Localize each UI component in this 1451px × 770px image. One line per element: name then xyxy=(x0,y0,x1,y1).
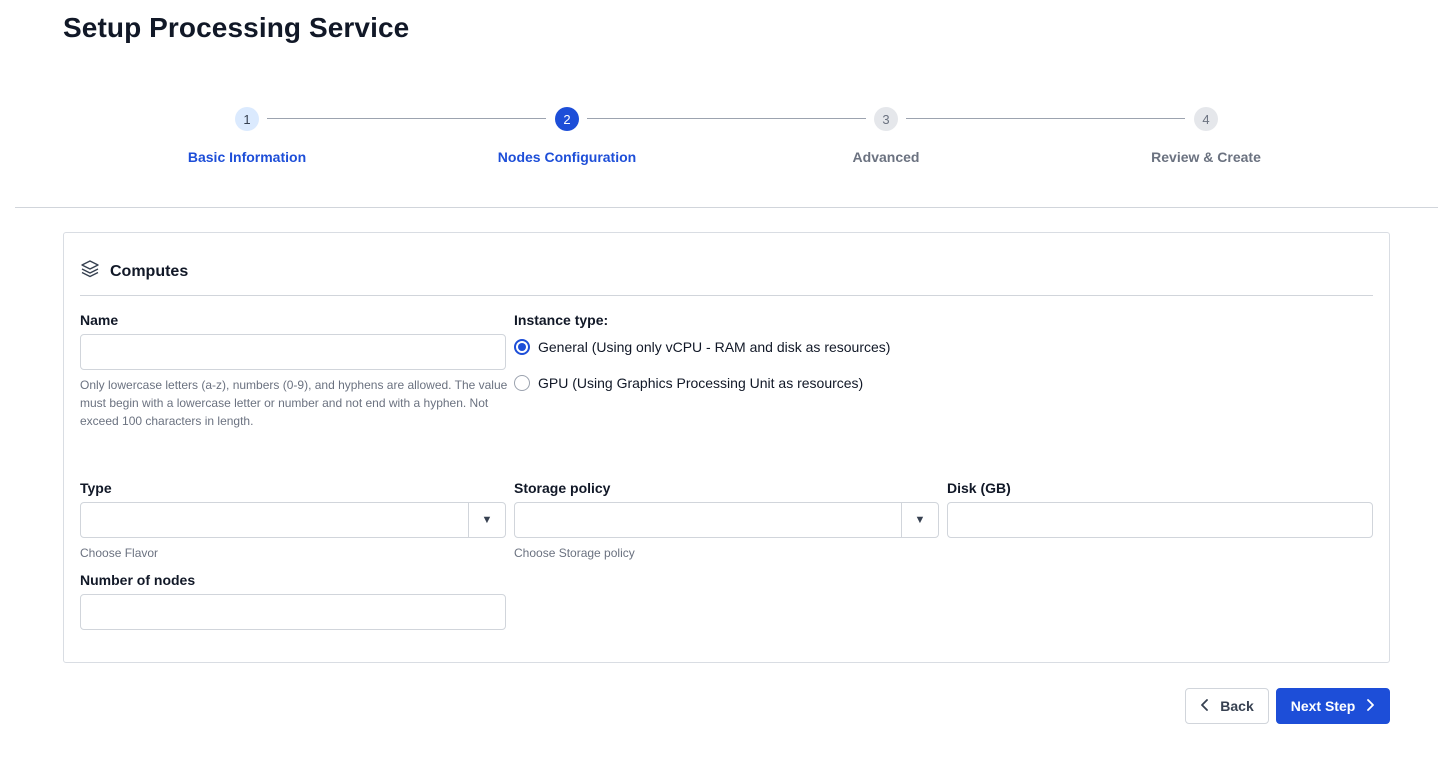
step-4-label: Review & Create xyxy=(1151,149,1261,165)
gpu-radio-label: GPU (Using Graphics Processing Unit as r… xyxy=(538,375,864,391)
chevron-right-icon xyxy=(1365,698,1375,714)
step-1-label[interactable]: Basic Information xyxy=(127,149,367,165)
caret-down-icon: ▼ xyxy=(481,514,493,526)
step-connector xyxy=(587,118,866,119)
type-help-text: Choose Flavor xyxy=(80,546,159,560)
general-radio[interactable] xyxy=(514,339,530,355)
step-2-label[interactable]: Nodes Configuration xyxy=(447,149,687,165)
type-dropdown-toggle[interactable]: ▼ xyxy=(468,503,505,537)
storage-policy-label: Storage policy xyxy=(514,480,611,496)
name-input[interactable] xyxy=(80,334,506,370)
computes-title: Computes xyxy=(110,262,189,280)
gpu-radio[interactable] xyxy=(514,375,530,391)
back-button-label: Back xyxy=(1220,698,1254,714)
step-3-number: 3 xyxy=(874,107,898,131)
wizard-stepper: 1 2 3 4 Basic Information Nodes Configur… xyxy=(0,0,1451,208)
number-of-nodes-label: Number of nodes xyxy=(80,572,196,588)
header-divider xyxy=(15,207,1438,208)
instance-type-label: Instance type: xyxy=(514,312,609,328)
step-3-label: Advanced xyxy=(852,149,920,165)
caret-down-icon: ▼ xyxy=(914,514,926,526)
number-of-nodes-input[interactable] xyxy=(80,594,506,630)
card-divider xyxy=(80,295,1373,296)
storage-policy-select[interactable]: ▼ xyxy=(514,502,939,538)
step-2-number[interactable]: 2 xyxy=(555,107,579,131)
layers-icon xyxy=(80,259,100,284)
step-connector xyxy=(267,118,546,119)
step-4-number: 4 xyxy=(1194,107,1218,131)
general-radio-label: General (Using only vCPU - RAM and disk … xyxy=(538,339,891,355)
instance-type-general-option[interactable]: General (Using only vCPU - RAM and disk … xyxy=(514,339,890,355)
disk-input[interactable] xyxy=(947,502,1373,538)
storage-policy-help-text: Choose Storage policy xyxy=(514,546,635,560)
step-connector xyxy=(906,118,1185,119)
name-help-text: Only lowercase letters (a-z), numbers (0… xyxy=(80,378,508,428)
next-step-button-label: Next Step xyxy=(1290,698,1356,714)
name-label: Name xyxy=(80,312,119,328)
storage-policy-dropdown-toggle[interactable]: ▼ xyxy=(901,503,938,537)
back-button[interactable]: Back xyxy=(1185,688,1269,724)
type-label: Type xyxy=(80,480,112,496)
computes-card: Computes Name Only lowercase letters (a-… xyxy=(63,232,1390,663)
disk-label: Disk (GB) xyxy=(947,480,1011,496)
next-step-button[interactable]: Next Step xyxy=(1276,688,1390,724)
instance-type-gpu-option[interactable]: GPU (Using Graphics Processing Unit as r… xyxy=(514,375,863,391)
step-1-number[interactable]: 1 xyxy=(235,107,259,131)
computes-header: Computes xyxy=(80,259,188,284)
chevron-left-icon xyxy=(1200,698,1210,714)
type-select[interactable]: ▼ xyxy=(80,502,506,538)
